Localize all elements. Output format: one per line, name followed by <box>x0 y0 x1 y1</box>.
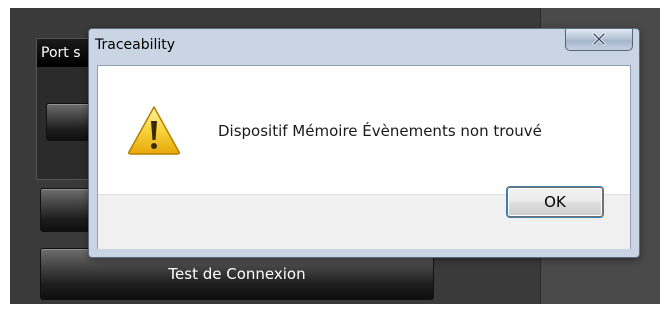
traceability-dialog: Traceability Dispositif Mémoire Évènemen… <box>88 28 640 258</box>
dialog-title: Traceability <box>95 37 176 53</box>
dialog-content: Dispositif Mémoire Évènements non trouvé <box>97 65 631 249</box>
dialog-message: Dispositif Mémoire Évènements non trouvé <box>218 122 542 140</box>
dialog-titlebar[interactable]: Traceability <box>89 29 639 65</box>
close-button[interactable] <box>565 29 633 51</box>
warning-icon <box>128 106 180 155</box>
close-icon <box>592 32 606 46</box>
ok-button[interactable]: OK <box>507 187 603 217</box>
